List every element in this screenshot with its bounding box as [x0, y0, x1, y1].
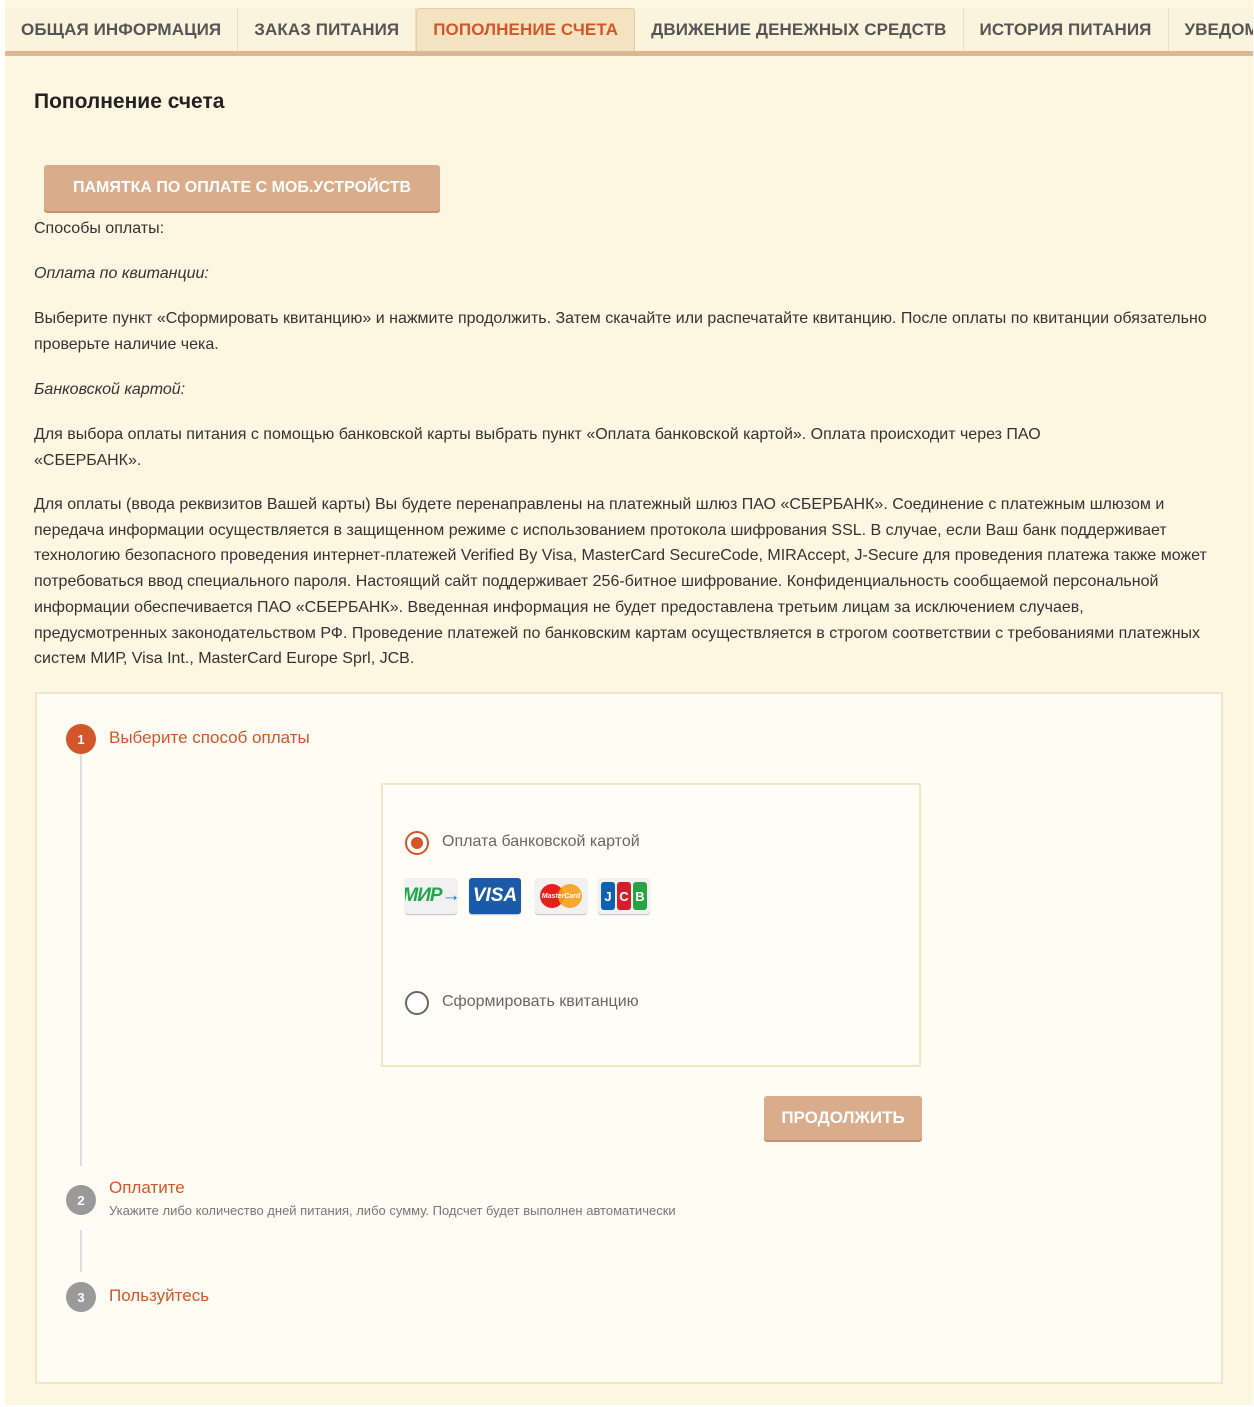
step-1-number: 1: [66, 724, 96, 754]
continue-button[interactable]: ПРОДОЛЖИТЬ: [764, 1096, 922, 1140]
jcb-logo-c: C: [617, 882, 631, 910]
mir-logo-text: МИР: [405, 885, 443, 906]
receipt-label[interactable]: Сформировать квитанцию: [442, 993, 639, 1011]
receipt-radio[interactable]: [405, 991, 429, 1015]
jcb-logo-icon: J C B: [598, 878, 650, 914]
tab-notifications[interactable]: УВЕДОМЛЕНИЯ: [1169, 8, 1254, 51]
step-2-title: Оплатите: [109, 1178, 185, 1197]
receipt-instructions: Выберите пункт «Сформировать квитанцию» …: [34, 310, 1207, 353]
tab-meal-order[interactable]: ЗАКАЗ ПИТАНИЯ: [238, 8, 417, 51]
security-info: Для оплаты (ввода реквизитов Вашей карты…: [34, 496, 1207, 668]
step-2-subtitle: Укажите либо количество дней питания, ли…: [109, 1203, 676, 1218]
payment-methods-label: Способы оплаты:: [34, 220, 165, 237]
card-instructions: Для выбора оплаты питания с помощью банк…: [34, 426, 1041, 469]
card-heading: Банковской картой:: [34, 381, 186, 398]
mir-logo-icon: МИР→: [405, 878, 457, 914]
step-3-title: Пользуйтесь: [109, 1286, 210, 1305]
tab-cash-flow[interactable]: ДВИЖЕНИЕ ДЕНЕЖНЫХ СРЕДСТВ: [635, 8, 964, 51]
tab-bar: ОБЩАЯ ИНФОРМАЦИЯ ЗАКАЗ ПИТАНИЯ ПОПОЛНЕНИ…: [5, 8, 1253, 51]
mobile-payment-memo-button[interactable]: ПАМЯТКА ПО ОПЛАТЕ С МОБ.УСТРОЙСТВ: [44, 165, 440, 211]
step-connector: [80, 1230, 82, 1272]
payment-method-box: [381, 783, 921, 1067]
step-2-number: 2: [66, 1185, 96, 1215]
tab-divider: [5, 51, 1253, 56]
tab-meal-history[interactable]: ИСТОРИЯ ПИТАНИЯ: [964, 8, 1169, 51]
step-3-number: 3: [66, 1282, 96, 1312]
tab-general-info[interactable]: ОБЩАЯ ИНФОРМАЦИЯ: [5, 8, 239, 51]
page-title: Пополнение счета: [34, 90, 225, 113]
visa-logo-icon: VISA: [469, 878, 521, 914]
card-payment-radio[interactable]: [405, 831, 429, 855]
mastercard-logo-text: MasterCard: [541, 892, 581, 900]
step-1-title: Выберите способ оплаты: [109, 728, 310, 747]
mastercard-logo-icon: MasterCard: [535, 878, 587, 914]
receipt-heading: Оплата по квитанции:: [34, 265, 209, 282]
mir-logo-mark: →: [442, 885, 457, 907]
jcb-logo-b: B: [633, 882, 647, 910]
step-connector: [80, 752, 82, 1166]
visa-logo-text: VISA: [472, 885, 518, 906]
jcb-logo-j: J: [601, 882, 615, 910]
tab-account-topup[interactable]: ПОПОЛНЕНИЕ СЧЕТА: [416, 8, 636, 51]
page-frame: ОБЩАЯ ИНФОРМАЦИЯ ЗАКАЗ ПИТАНИЯ ПОПОЛНЕНИ…: [5, 0, 1253, 1405]
card-payment-label[interactable]: Оплата банковской картой: [442, 833, 640, 851]
